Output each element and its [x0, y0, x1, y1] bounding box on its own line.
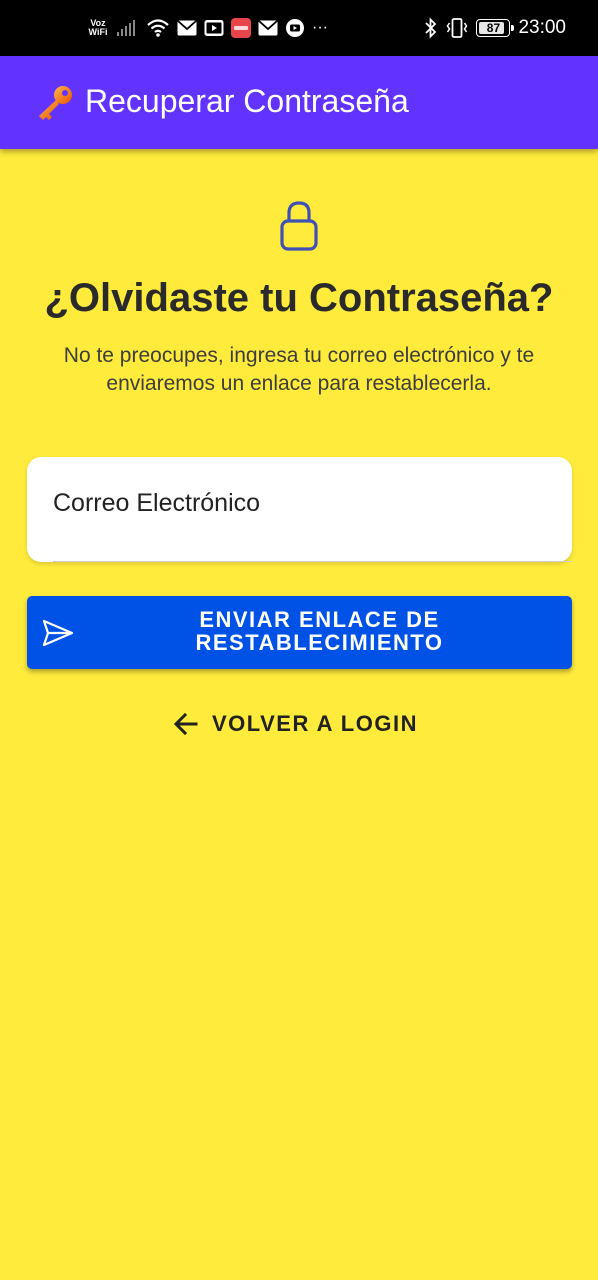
email-field-label: Correo Electrónico — [53, 489, 261, 517]
page-heading: ¿Olvidaste tu Contraseña? — [44, 276, 554, 320]
status-clock: 23:00 — [518, 17, 566, 38]
arrow-left-icon — [172, 710, 200, 738]
email-field-underline — [53, 561, 572, 562]
app-bar: Recuperar Contraseña — [0, 56, 598, 149]
app-title: Recuperar Contraseña — [85, 83, 409, 119]
mail-icon-2 — [258, 20, 278, 36]
video-icon — [204, 19, 224, 37]
status-right-icons: 87 23:00 — [424, 14, 566, 42]
signal-icon — [117, 20, 139, 36]
voz-wifi-label: Voz WiFi — [88, 18, 108, 37]
status-bar: Voz WiFi ··· 87 23:00 — [0, 0, 598, 56]
battery-level: 87 — [486, 21, 501, 35]
key-icon — [34, 85, 74, 121]
mail-icon — [177, 20, 197, 36]
send-icon — [42, 618, 74, 648]
send-reset-link-label: ENVIAR ENLACE DE RESTABLECIMIENTO — [195, 607, 444, 655]
back-to-login-button[interactable]: VOLVER A LOGIN — [168, 702, 430, 746]
wifi-icon — [146, 18, 170, 38]
email-field[interactable]: Correo Electrónico — [27, 457, 572, 562]
overflow-icon: ··· — [312, 19, 328, 36]
send-reset-link-button[interactable]: ENVIAR ENLACE DE RESTABLECIMIENTO — [27, 596, 572, 669]
shopping-app-icon — [231, 18, 251, 38]
media-icon — [285, 18, 305, 38]
lock-icon — [279, 200, 319, 252]
bluetooth-icon — [424, 17, 438, 39]
battery-icon: 87 — [476, 19, 515, 37]
vibrate-icon — [446, 17, 468, 39]
status-left-icons: Voz WiFi ··· — [86, 14, 328, 42]
back-to-login-label: VOLVER A LOGIN — [212, 711, 418, 736]
page-description: No te preocupes, ingresa tu correo elect… — [63, 344, 535, 395]
